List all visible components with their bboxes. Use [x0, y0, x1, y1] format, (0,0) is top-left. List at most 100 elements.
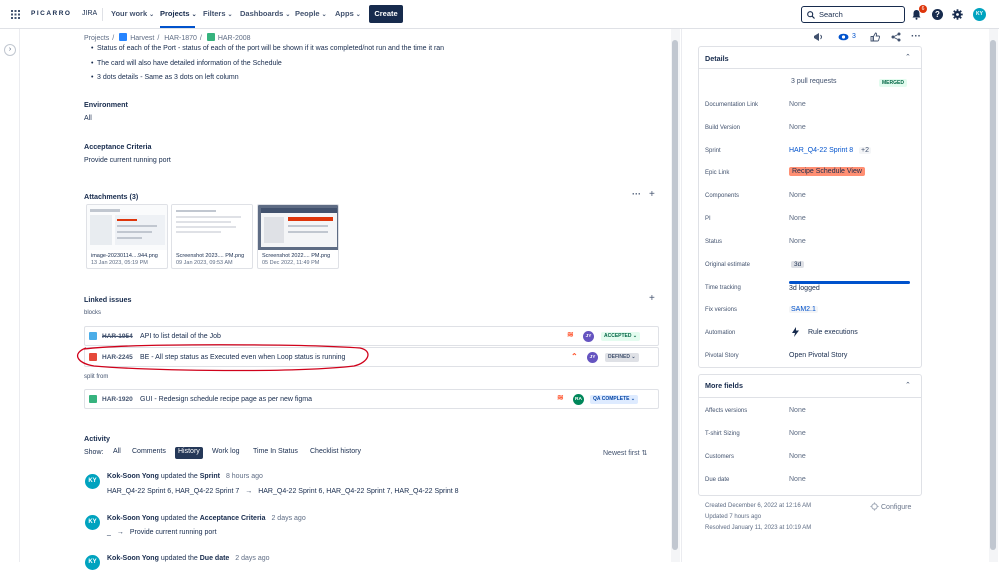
- acceptance-criteria-value[interactable]: Provide current running port: [84, 157, 171, 164]
- linked-issue-summary[interactable]: API to list detail of the Job: [140, 333, 221, 340]
- like-thumbs-up-icon[interactable]: [870, 32, 880, 42]
- status-lozenge[interactable]: QA COMPLETE ⌄: [590, 395, 639, 404]
- epic-link-lozenge[interactable]: Recipe Schedule View: [789, 167, 865, 176]
- status-lozenge[interactable]: DEFINED ⌄: [605, 353, 639, 362]
- environment-value[interactable]: All: [84, 115, 92, 122]
- change-arrow-icon: →: [116, 529, 124, 536]
- tab-time-in-status[interactable]: Time In Status: [250, 447, 301, 459]
- product-name[interactable]: JIRA: [82, 10, 97, 17]
- more-actions-icon[interactable]: ···: [911, 31, 921, 42]
- linked-issue-key[interactable]: HAR-1954: [102, 333, 133, 340]
- activity-user[interactable]: Kok-Soon Yong: [107, 473, 159, 480]
- breadcrumb-project[interactable]: Harvest: [130, 35, 154, 42]
- priority-high-icon: ⌃: [571, 352, 578, 361]
- add-attachment-plus-icon[interactable]: +: [649, 189, 655, 200]
- nav-apps[interactable]: Apps ⌄: [335, 9, 361, 18]
- help-icon[interactable]: ?: [932, 9, 943, 20]
- linked-issues-heading: Linked issues: [84, 295, 132, 304]
- sprint-extra-badge[interactable]: +2: [859, 147, 871, 154]
- time-logged-value[interactable]: 3d logged: [789, 285, 820, 292]
- field-value[interactable]: None: [789, 124, 806, 131]
- tab-all[interactable]: All: [110, 447, 124, 459]
- sprint-link[interactable]: HAR_Q4-22 Sprint 8: [789, 147, 853, 154]
- chevron-down-icon: ⌄: [321, 12, 327, 18]
- nav-filters-label: Filters: [203, 9, 226, 18]
- assignee-avatar[interactable]: RA: [573, 394, 584, 405]
- pivotal-story-link[interactable]: Open Pivotal Story: [789, 352, 847, 359]
- linked-issue-row[interactable]: HAR-1920 GUI - Redesign schedule recipe …: [84, 389, 659, 409]
- collapse-chevron-up-icon[interactable]: ⌃: [905, 53, 911, 61]
- nav-your-work[interactable]: Your work ⌄: [111, 9, 154, 18]
- field-label: Build Version: [705, 125, 741, 131]
- attachment-thumbnail[interactable]: image-20230114....944.png 13 Jan 2023, 0…: [86, 204, 168, 269]
- watch-count[interactable]: 3: [852, 33, 856, 40]
- activity-user[interactable]: Kok-Soon Yong: [107, 515, 159, 522]
- details-heading[interactable]: Details: [705, 54, 729, 63]
- linked-issue-key[interactable]: HAR-1920: [102, 396, 133, 403]
- share-icon[interactable]: [891, 32, 901, 42]
- search-input[interactable]: Search: [801, 6, 905, 23]
- fix-version-lozenge[interactable]: SAM2.1: [789, 306, 818, 313]
- settings-gear-icon[interactable]: [952, 9, 963, 20]
- field-value[interactable]: None: [789, 476, 806, 483]
- field-value[interactable]: None: [789, 101, 806, 108]
- attachment-thumbnail[interactable]: Screenshot 2022.... PM.png 05 Dec 2022, …: [257, 204, 339, 269]
- nav-projects[interactable]: Projects ⌄: [160, 9, 197, 18]
- side-scrollbar-thumb[interactable]: [990, 40, 996, 550]
- create-button[interactable]: Create: [369, 5, 403, 23]
- chevron-down-icon: ⌄: [191, 12, 197, 18]
- nav-filters[interactable]: Filters ⌄: [203, 9, 233, 18]
- nav-people[interactable]: People ⌄: [295, 9, 327, 18]
- time-tracking-bar[interactable]: [789, 281, 910, 284]
- field-value[interactable]: None: [789, 215, 806, 222]
- tab-checklist-history[interactable]: Checklist history: [307, 447, 364, 459]
- app-switcher-icon[interactable]: [11, 10, 20, 19]
- assignee-avatar[interactable]: JY: [587, 352, 598, 363]
- activity-avatar[interactable]: KY: [85, 555, 100, 570]
- linked-issue-summary[interactable]: GUI - Redesign schedule recipe page as p…: [140, 396, 312, 403]
- more-fields-heading[interactable]: More fields: [705, 381, 743, 390]
- breadcrumb-parent[interactable]: HAR-1870: [164, 35, 197, 42]
- user-avatar[interactable]: KY: [973, 8, 986, 21]
- tab-work-log[interactable]: Work log: [209, 447, 243, 459]
- field-label: Sprint: [705, 148, 721, 154]
- field-value[interactable]: None: [789, 238, 806, 245]
- company-logo[interactable]: PICARRO: [31, 10, 71, 17]
- tab-history[interactable]: History: [175, 447, 203, 459]
- activity-user[interactable]: Kok-Soon Yong: [107, 555, 159, 562]
- configure-button[interactable]: Configure: [870, 502, 911, 511]
- assignee-avatar[interactable]: JY: [583, 331, 594, 342]
- release-megaphone-icon[interactable]: [813, 32, 824, 42]
- chevron-down-icon: ⌄: [355, 12, 361, 18]
- activity-avatar[interactable]: KY: [85, 515, 100, 530]
- pull-requests-link[interactable]: 3 pull requests: [791, 78, 837, 85]
- field-value[interactable]: None: [789, 192, 806, 199]
- main-scrollbar-thumb[interactable]: [672, 40, 678, 550]
- collapse-chevron-up-icon[interactable]: ⌃: [905, 381, 911, 389]
- more-options-icon[interactable]: ···: [632, 189, 641, 199]
- sort-order-button[interactable]: Newest first ⇅: [603, 449, 647, 457]
- field-value[interactable]: None: [789, 430, 806, 437]
- original-estimate-lozenge[interactable]: 3d: [791, 261, 805, 268]
- status-lozenge[interactable]: ACCEPTED ⌄: [601, 332, 641, 341]
- add-linked-issue-plus-icon[interactable]: +: [649, 293, 655, 304]
- breadcrumb-issue[interactable]: HAR-2008: [218, 35, 251, 42]
- expand-sidebar-chevron-icon[interactable]: ›: [4, 44, 16, 56]
- nav-dashboards[interactable]: Dashboards ⌄: [240, 9, 290, 18]
- activity-change: _ → Provide current running port: [107, 529, 217, 536]
- activity-avatar[interactable]: KY: [85, 474, 100, 489]
- breadcrumb-projects[interactable]: Projects: [84, 35, 109, 42]
- tab-comments[interactable]: Comments: [129, 447, 169, 459]
- link-type-label: blocks: [84, 310, 102, 316]
- rule-executions-link[interactable]: Rule executions: [808, 329, 858, 336]
- configure-label: Configure: [881, 504, 912, 511]
- field-value[interactable]: None: [789, 407, 806, 414]
- attachment-thumbnail[interactable]: Screenshot 2023.... PM.png 09 Jan 2023, …: [171, 204, 253, 269]
- breadcrumb-separator: /: [199, 35, 202, 42]
- activity-entry-header: Kok-Soon Yong updated the Due date 2 day…: [107, 555, 270, 562]
- field-label: Original estimate: [705, 262, 751, 268]
- attachment-date: 05 Dec 2022, 11:49 PM: [262, 260, 320, 266]
- watch-eye-icon[interactable]: [838, 33, 849, 41]
- field-value[interactable]: None: [789, 453, 806, 460]
- chevron-down-icon: ⌄: [227, 12, 233, 18]
